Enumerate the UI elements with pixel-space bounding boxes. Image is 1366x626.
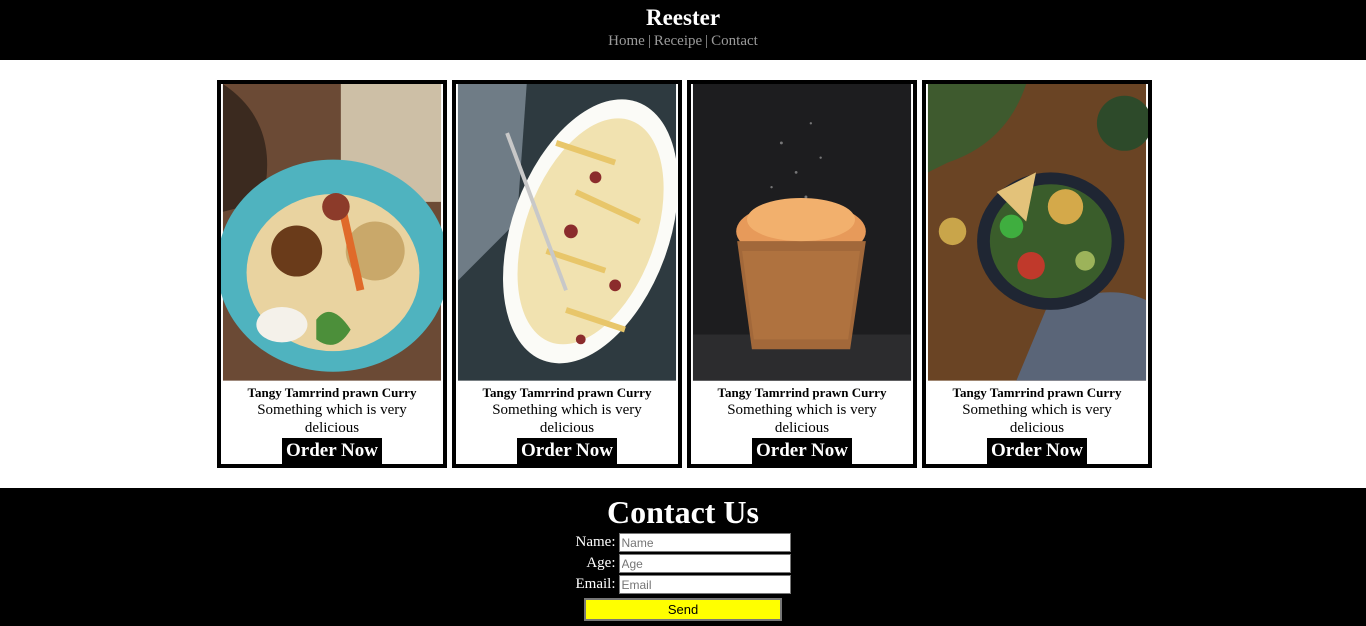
recipe-cards: Tangy Tamrrind prawn Curry Something whi… — [217, 80, 1152, 468]
card-description: Something which is very delicious — [727, 401, 877, 436]
recipe-card: Tangy Tamrrind prawn Curry Something whi… — [922, 80, 1152, 468]
nav-separator: | — [705, 33, 709, 49]
card-title: Tangy Tamrrind prawn Curry — [482, 384, 652, 400]
card-description: Something which is very delicious — [257, 401, 407, 436]
card-title: Tangy Tamrrind prawn Curry — [247, 384, 417, 400]
card-description: Something which is very delicious — [492, 401, 642, 436]
fries-plate-photo — [457, 84, 678, 381]
order-now-button[interactable]: Order Now — [517, 438, 617, 464]
name-input[interactable] — [618, 533, 791, 552]
contact-section: Contact Us Name: Age: Email: Send — [0, 488, 1366, 626]
nav-receipe-link[interactable]: Receipe — [654, 33, 702, 49]
recipe-card: Tangy Tamrrind prawn Curry Something whi… — [452, 80, 682, 468]
salad-bowl-photo — [927, 84, 1148, 381]
card-description: Something which is very delicious — [962, 401, 1112, 436]
email-input[interactable] — [618, 575, 791, 594]
nav-home-link[interactable]: Home — [608, 33, 645, 49]
site-header: Reester Home | Receipe | Contact — [0, 0, 1366, 60]
order-now-button[interactable]: Order Now — [752, 438, 852, 464]
muffin-photo — [692, 84, 912, 381]
name-row: Name: — [576, 532, 791, 553]
age-row: Age: — [576, 553, 791, 574]
contact-form: Name: Age: Email: — [576, 532, 791, 595]
food-bowl-photo — [221, 84, 443, 381]
order-now-button[interactable]: Order Now — [987, 438, 1087, 464]
card-title: Tangy Tamrrind prawn Curry — [952, 384, 1122, 400]
main-nav: Home | Receipe | Contact — [0, 31, 1366, 51]
email-row: Email: — [576, 574, 791, 595]
nav-separator: | — [647, 33, 651, 49]
send-button[interactable]: Send — [584, 598, 782, 621]
name-label: Name: — [575, 534, 616, 550]
age-input[interactable] — [618, 554, 791, 573]
recipe-card: Tangy Tamrrind prawn Curry Something whi… — [217, 80, 447, 468]
send-wrap: Send — [0, 598, 1366, 621]
age-label: Age: — [586, 555, 616, 571]
email-label: Email: — [575, 576, 616, 592]
order-now-button[interactable]: Order Now — [282, 438, 382, 464]
contact-title: Contact Us — [607, 494, 759, 530]
recipes-section: Tangy Tamrrind prawn Curry Something whi… — [0, 60, 1366, 488]
brand-title: Reester — [645, 5, 721, 30]
nav-contact-link[interactable]: Contact — [711, 33, 758, 49]
card-title: Tangy Tamrrind prawn Curry — [717, 384, 887, 400]
recipe-card: Tangy Tamrrind prawn Curry Something whi… — [687, 80, 917, 468]
